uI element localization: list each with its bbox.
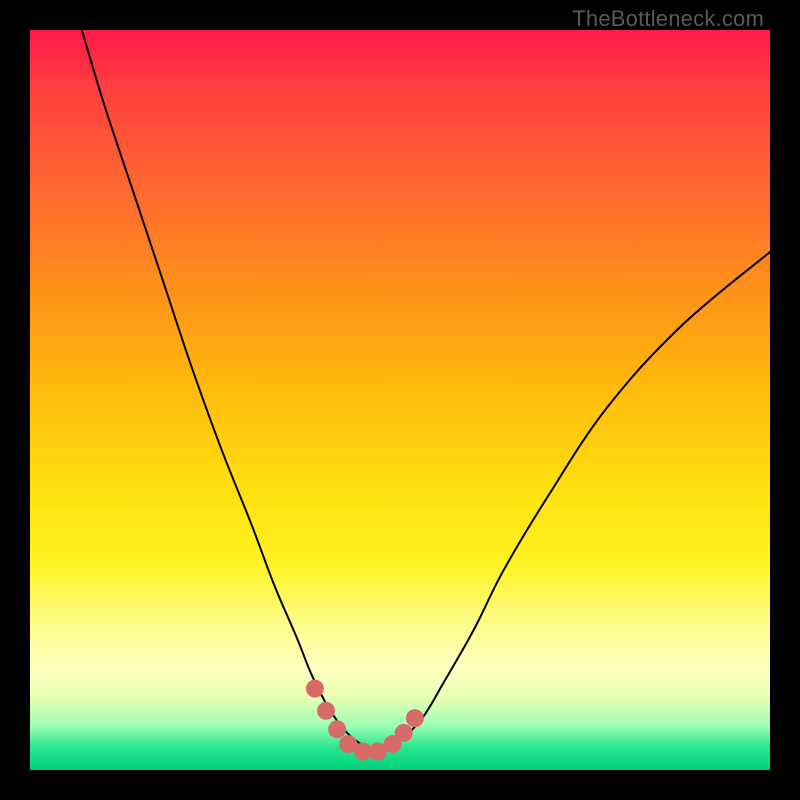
watermark-text: TheBottleneck.com [572, 6, 764, 32]
curve-svg [30, 30, 770, 770]
bottleneck-curve-path [82, 30, 770, 749]
highlight-dot [395, 724, 413, 742]
chart-frame: TheBottleneck.com [0, 0, 800, 800]
highlight-dot [317, 702, 335, 720]
highlight-dot [306, 680, 324, 698]
highlight-dot [406, 709, 424, 727]
highlight-dots-group [306, 680, 424, 761]
plot-area [30, 30, 770, 770]
highlight-dot [328, 720, 346, 738]
